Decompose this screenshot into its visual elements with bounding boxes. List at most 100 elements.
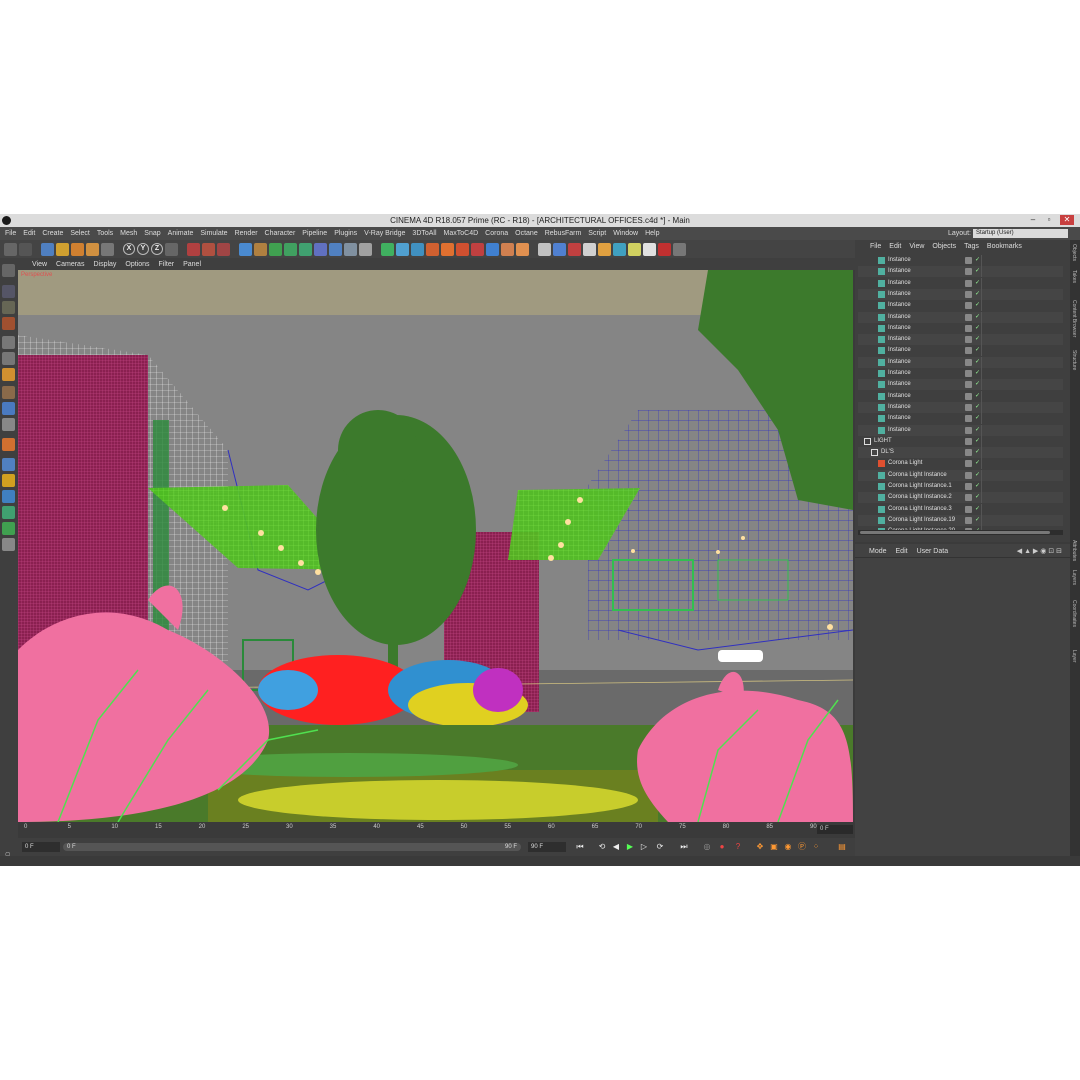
visibility-toggle-icon[interactable] — [965, 460, 972, 468]
script-icon-3[interactable] — [583, 242, 596, 256]
octane-icon[interactable] — [486, 242, 499, 256]
side-tab-objects[interactable]: Objects — [1071, 244, 1077, 261]
side-tab-layers[interactable]: Layers — [1071, 570, 1077, 585]
move-icon[interactable] — [56, 242, 69, 256]
point-level-key-icon[interactable]: ⁘ — [810, 841, 822, 853]
go-to-start-icon[interactable]: ⏮ — [574, 841, 586, 853]
enabled-check-icon[interactable]: ✓ — [975, 447, 980, 458]
polygons-mode-icon[interactable] — [2, 368, 15, 381]
x-axis-lock-icon[interactable]: X — [123, 243, 135, 255]
menu-edit[interactable]: Edit — [23, 230, 35, 237]
maximize-button[interactable]: ▫ — [1042, 215, 1056, 225]
visibility-toggle-icon[interactable] — [965, 426, 972, 434]
menu-select[interactable]: Select — [70, 230, 89, 237]
z-axis-lock-icon[interactable]: Z — [151, 243, 163, 255]
side-tab-structure[interactable]: Structure — [1071, 350, 1077, 370]
visibility-toggle-icon[interactable] — [965, 415, 972, 423]
plugin-left-icon-1[interactable] — [2, 490, 15, 503]
visibility-toggle-icon[interactable] — [965, 358, 972, 366]
visibility-toggle-icon[interactable] — [965, 268, 972, 276]
workplane-icon[interactable] — [2, 317, 15, 330]
menu-rebusfarm[interactable]: RebusFarm — [545, 230, 582, 237]
enabled-check-icon[interactable]: ✓ — [975, 515, 980, 526]
max-frame-field[interactable]: 90 F — [528, 842, 566, 852]
visibility-toggle-icon[interactable] — [965, 449, 972, 457]
object-row[interactable]: Instance ✓ — [858, 255, 1063, 266]
enabled-check-icon[interactable]: ✓ — [975, 334, 980, 345]
vray-icon[interactable] — [381, 242, 394, 256]
visibility-toggle-icon[interactable] — [965, 483, 972, 490]
record-keys-icon[interactable]: ◎ — [701, 841, 713, 853]
y-axis-lock-icon[interactable]: Y — [137, 243, 149, 255]
viewport-menu-panel[interactable]: Panel — [183, 261, 201, 268]
visibility-toggle-icon[interactable] — [965, 381, 972, 389]
menu-v-ray-bridge[interactable]: V-Ray Bridge — [364, 230, 405, 237]
corona-icon[interactable] — [426, 242, 439, 256]
attribute-menu-edit[interactable]: Edit — [896, 548, 908, 555]
keyframe-selection-icon[interactable]: ? — [732, 841, 744, 853]
deformer-icon[interactable] — [314, 242, 327, 256]
enabled-check-icon[interactable]: ✓ — [975, 368, 980, 379]
enabled-check-icon[interactable]: ✓ — [975, 379, 980, 390]
parameter-key-icon[interactable]: Ⓟ — [796, 841, 808, 853]
corona-render-icon[interactable] — [441, 242, 454, 256]
enabled-check-icon[interactable]: ✓ — [975, 402, 980, 413]
position-key-icon[interactable]: ✥ — [754, 841, 766, 853]
enabled-check-icon[interactable]: ✓ — [975, 492, 980, 503]
plugin-icon-1[interactable] — [396, 242, 409, 256]
menu-plugins[interactable]: Plugins — [334, 230, 357, 237]
corona-interactive-icon[interactable] — [456, 242, 469, 256]
object-row[interactable]: Corona Light Instance.19 ✓ — [858, 514, 1063, 526]
enabled-check-icon[interactable]: ✓ — [975, 266, 980, 277]
side-tab-takes[interactable]: Takes — [1071, 270, 1077, 283]
attribute-nav-icons[interactable]: ◀ ▲ ▶ ◉ ⊡ ⊟ — [1017, 547, 1062, 555]
visibility-toggle-icon[interactable] — [965, 347, 972, 355]
render-picture-viewer-icon[interactable] — [202, 242, 215, 256]
minimize-button[interactable]: – — [1026, 215, 1040, 225]
visibility-toggle-icon[interactable] — [965, 279, 972, 287]
snap-icon[interactable] — [2, 418, 15, 431]
enabled-check-icon[interactable]: ✓ — [975, 458, 980, 469]
side-tab-content-browser[interactable]: Content Browser — [1071, 300, 1077, 337]
enabled-check-icon[interactable]: ✓ — [975, 289, 980, 300]
axis-mode-icon[interactable] — [2, 386, 15, 399]
object-row[interactable]: DL'S ✓ — [858, 447, 1063, 459]
model-mode-icon[interactable] — [2, 285, 15, 298]
visibility-toggle-icon[interactable] — [965, 313, 972, 321]
array-icon[interactable] — [284, 242, 297, 256]
object-menu-file[interactable]: File — [870, 243, 881, 250]
attribute-menu-user-data[interactable]: User Data — [917, 548, 949, 555]
object-row[interactable]: Instance ✓ — [858, 266, 1063, 278]
object-row[interactable]: Instance ✓ — [858, 379, 1063, 391]
object-row[interactable]: Corona Light Instance ✓ — [858, 469, 1063, 481]
autokey-icon[interactable]: ● — [716, 841, 728, 853]
render-view-icon[interactable] — [187, 242, 200, 256]
object-menu-view[interactable]: View — [909, 243, 924, 250]
object-row[interactable]: Instance ✓ — [858, 345, 1063, 357]
menu-window[interactable]: Window — [613, 230, 638, 237]
menu-tools[interactable]: Tools — [97, 230, 113, 237]
texture-mode-icon[interactable] — [2, 301, 15, 314]
viewport-menu-display[interactable]: Display — [93, 261, 116, 268]
menu-corona[interactable]: Corona — [485, 230, 508, 237]
object-row[interactable]: Instance ✓ — [858, 413, 1063, 425]
object-menu-bookmarks[interactable]: Bookmarks — [987, 243, 1022, 250]
object-row[interactable]: Corona Light ✓ — [858, 458, 1063, 470]
visibility-toggle-icon[interactable] — [965, 403, 972, 411]
viewport-menu-filter[interactable]: Filter — [159, 261, 175, 268]
viewport-menu-options[interactable]: Options — [125, 261, 149, 268]
object-row[interactable]: Corona Light Instance.3 ✓ — [858, 503, 1063, 515]
menu-create[interactable]: Create — [42, 230, 63, 237]
object-menu-tags[interactable]: Tags — [964, 243, 979, 250]
object-row[interactable]: Instance ✓ — [858, 288, 1063, 300]
visibility-toggle-icon[interactable] — [965, 257, 972, 264]
viewport-menu-cameras[interactable]: Cameras — [56, 261, 84, 268]
object-list-scrollbar[interactable] — [858, 530, 1063, 535]
object-row[interactable]: Instance ✓ — [858, 368, 1063, 379]
previous-key-icon[interactable]: ⟲ — [596, 841, 608, 853]
corona-material-icon[interactable] — [471, 242, 484, 256]
script-icon-2[interactable] — [568, 242, 581, 256]
current-frame-field[interactable]: 0 F — [22, 842, 60, 852]
redo-icon[interactable] — [19, 242, 32, 256]
viewport-menu-view[interactable]: View — [32, 261, 47, 268]
